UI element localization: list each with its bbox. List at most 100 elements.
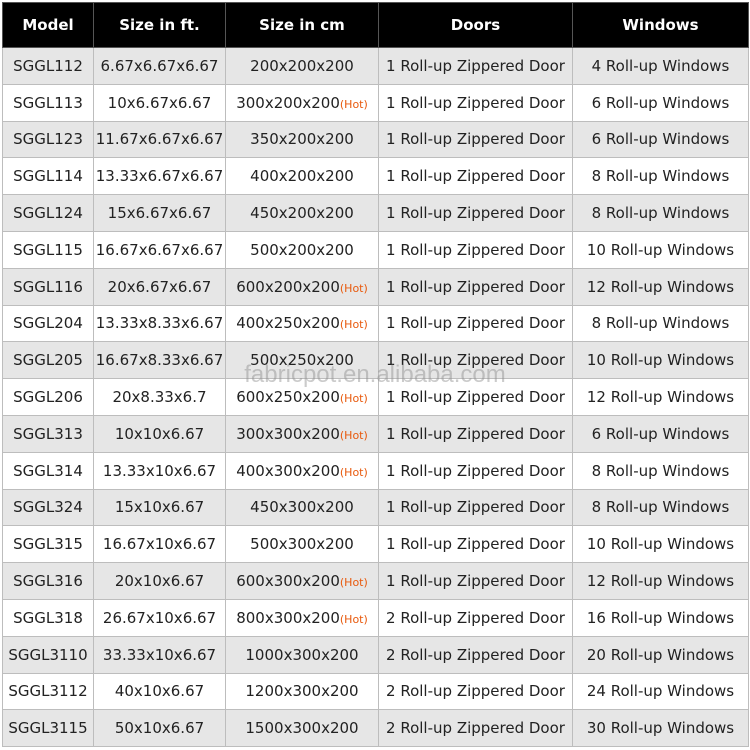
model-cell-text: SGGL116 — [13, 277, 83, 296]
model-cell: SGGL318 — [2, 598, 94, 637]
size-ft-cell-text: 50x10x6.67 — [114, 719, 205, 738]
windows-cell: 20 Roll-up Windows — [572, 635, 749, 674]
windows-cell: 12 Roll-up Windows — [572, 562, 749, 600]
size-cm-cell-text: 300x200x200 — [236, 93, 340, 112]
doors-cell-text: 1 Roll-up Zippered Door — [386, 277, 565, 296]
windows-cell-text: 30 Roll-up Windows — [586, 719, 735, 738]
header-row: Model Size in ft. Size in cm Doors Windo… — [2, 2, 749, 48]
size-ft-cell: 10x10x6.67 — [93, 414, 226, 453]
doors-cell-text: 1 Roll-up Zippered Door — [386, 424, 565, 443]
size-ft-cell-text: 20x10x6.67 — [114, 572, 205, 591]
model-cell-text: SGGL3110 — [8, 645, 88, 664]
model-cell-text: SGGL314 — [13, 461, 83, 480]
doors-cell: 1 Roll-up Zippered Door — [378, 451, 573, 490]
table-row: SGGL314 13.33x10x6.67 400x300x200(Hot) 1 Ro… — [2, 451, 749, 490]
hot-badge: (Hot) — [339, 392, 368, 406]
size-ft-cell-text: 6.67x6.67x6.67 — [100, 56, 219, 75]
size-cm-cell: 350x200x200 — [225, 120, 379, 159]
doors-cell: 1 Roll-up Zippered Door — [378, 83, 573, 122]
table-row: SGGL315 16.67x10x6.67 500x300x200 1 Roll-up… — [2, 525, 749, 564]
windows-cell-text: 10 Roll-up Windows — [586, 535, 735, 554]
doors-cell-text: 1 Roll-up Zippered Door — [386, 240, 565, 259]
doors-cell: 1 Roll-up Zippered Door — [378, 157, 573, 196]
model-cell: SGGL114 — [2, 157, 94, 196]
size-cm-cell-text: 450x200x200 — [250, 204, 354, 223]
model-cell-text: SGGL3115 — [8, 719, 88, 738]
size-ft-cell-text: 20x8.33x6.7 — [112, 388, 207, 407]
doors-cell: 1 Roll-up Zippered Door — [378, 562, 573, 600]
size-ft-cell: 6.67x6.67x6.67 — [93, 47, 226, 85]
size-cm-cell-text: 500x250x200 — [250, 351, 354, 370]
size-ft-cell-text: 16.67x10x6.67 — [102, 535, 217, 554]
table-row: SGGL3110 33.33x10x6.67 1000x300x200 2 Roll-… — [2, 635, 749, 674]
table-row: SGGL313 10x10x6.67 300x300x200(Hot) 1 Roll-… — [2, 414, 749, 453]
size-ft-cell: 13.33x6.67x6.67 — [93, 157, 226, 196]
model-cell: SGGL123 — [2, 120, 94, 159]
table-row: SGGL113 10x6.67x6.67 300x200x200(Hot) 1 Rol… — [2, 83, 749, 122]
windows-cell: 12 Roll-up Windows — [572, 267, 749, 306]
model-cell-text: SGGL114 — [13, 167, 83, 186]
size-ft-cell: 11.67x6.67x6.67 — [93, 120, 226, 159]
model-cell: SGGL115 — [2, 230, 94, 269]
doors-cell: 1 Roll-up Zippered Door — [378, 230, 573, 269]
size-ft-cell-text: 11.67x6.67x6.67 — [95, 130, 224, 149]
size-cm-cell-text: 600x250x200 — [236, 388, 340, 407]
model-cell: SGGL3115 — [2, 709, 94, 748]
windows-cell: 8 Roll-up Windows — [572, 451, 749, 490]
model-cell: SGGL313 — [2, 414, 94, 453]
model-cell-text: SGGL3112 — [8, 682, 88, 701]
header-doors: Doors — [378, 2, 573, 48]
model-cell-text: SGGL112 — [13, 56, 83, 75]
size-ft-cell-text: 20x6.67x6.67 — [107, 277, 212, 296]
table-row: SGGL324 15x10x6.67 450x300x200 1 Roll-up Zi… — [2, 488, 749, 527]
spec-table: Model Size in ft. Size in cm Doors Windo… — [2, 2, 749, 748]
size-ft-cell: 50x10x6.67 — [93, 709, 226, 748]
model-cell-text: SGGL206 — [13, 388, 83, 407]
table-row: SGGL124 15x6.67x6.67 450x200x200 1 Roll-up … — [2, 194, 749, 232]
size-ft-cell-text: 16.67x8.33x6.67 — [95, 351, 224, 370]
doors-cell-text: 1 Roll-up Zippered Door — [386, 93, 565, 112]
size-cm-cell: 500x250x200 — [225, 341, 379, 380]
model-cell-text: SGGL313 — [13, 424, 83, 443]
table-body: SGGL112 6.67x6.67x6.67 200x200x200 1 Roll-u… — [2, 47, 749, 748]
doors-cell: 1 Roll-up Zippered Door — [378, 47, 573, 85]
size-ft-cell: 16.67x10x6.67 — [93, 525, 226, 564]
size-ft-cell: 40x10x6.67 — [93, 672, 226, 711]
doors-cell-text: 1 Roll-up Zippered Door — [386, 498, 565, 517]
windows-cell: 10 Roll-up Windows — [572, 230, 749, 269]
windows-cell-text: 6 Roll-up Windows — [591, 424, 730, 443]
size-cm-cell-text: 500x300x200 — [250, 535, 354, 554]
doors-cell-text: 1 Roll-up Zippered Door — [386, 388, 565, 407]
size-ft-cell-text: 33.33x10x6.67 — [102, 645, 217, 664]
windows-cell: 8 Roll-up Windows — [572, 194, 749, 232]
size-ft-cell: 13.33x8.33x6.67 — [93, 304, 226, 343]
model-cell: SGGL314 — [2, 451, 94, 490]
size-cm-cell: 200x200x200 — [225, 47, 379, 85]
hot-badge: (Hot) — [339, 281, 368, 295]
table-row: SGGL116 20x6.67x6.67 600x200x200(Hot) 1 Rol… — [2, 267, 749, 306]
size-ft-cell: 10x6.67x6.67 — [93, 83, 226, 122]
table-row: SGGL115 16.67x6.67x6.67 500x200x200 1 Roll-… — [2, 230, 749, 269]
doors-cell-text: 1 Roll-up Zippered Door — [386, 204, 565, 223]
size-cm-cell-text: 800x300x200 — [236, 608, 340, 627]
header-model: Model — [2, 2, 94, 48]
doors-cell-text: 2 Roll-up Zippered Door — [386, 608, 565, 627]
doors-cell-text: 2 Roll-up Zippered Door — [386, 682, 565, 701]
model-cell: SGGL112 — [2, 47, 94, 85]
windows-cell: 6 Roll-up Windows — [572, 83, 749, 122]
size-ft-cell-text: 16.67x6.67x6.67 — [95, 240, 224, 259]
windows-cell-text: 10 Roll-up Windows — [586, 351, 735, 370]
doors-cell-text: 2 Roll-up Zippered Door — [386, 719, 565, 738]
doors-cell-text: 1 Roll-up Zippered Door — [386, 314, 565, 333]
windows-cell: 4 Roll-up Windows — [572, 47, 749, 85]
size-cm-cell-text: 1200x300x200 — [245, 682, 359, 701]
model-cell-text: SGGL316 — [13, 572, 83, 591]
model-cell-text: SGGL318 — [13, 608, 83, 627]
doors-cell-text: 1 Roll-up Zippered Door — [386, 351, 565, 370]
windows-cell: 16 Roll-up Windows — [572, 598, 749, 637]
doors-cell: 1 Roll-up Zippered Door — [378, 525, 573, 564]
size-cm-cell: 400x300x200(Hot) — [225, 451, 379, 490]
doors-cell: 2 Roll-up Zippered Door — [378, 598, 573, 637]
doors-cell: 2 Roll-up Zippered Door — [378, 672, 573, 711]
size-ft-cell-text: 15x6.67x6.67 — [107, 204, 212, 223]
